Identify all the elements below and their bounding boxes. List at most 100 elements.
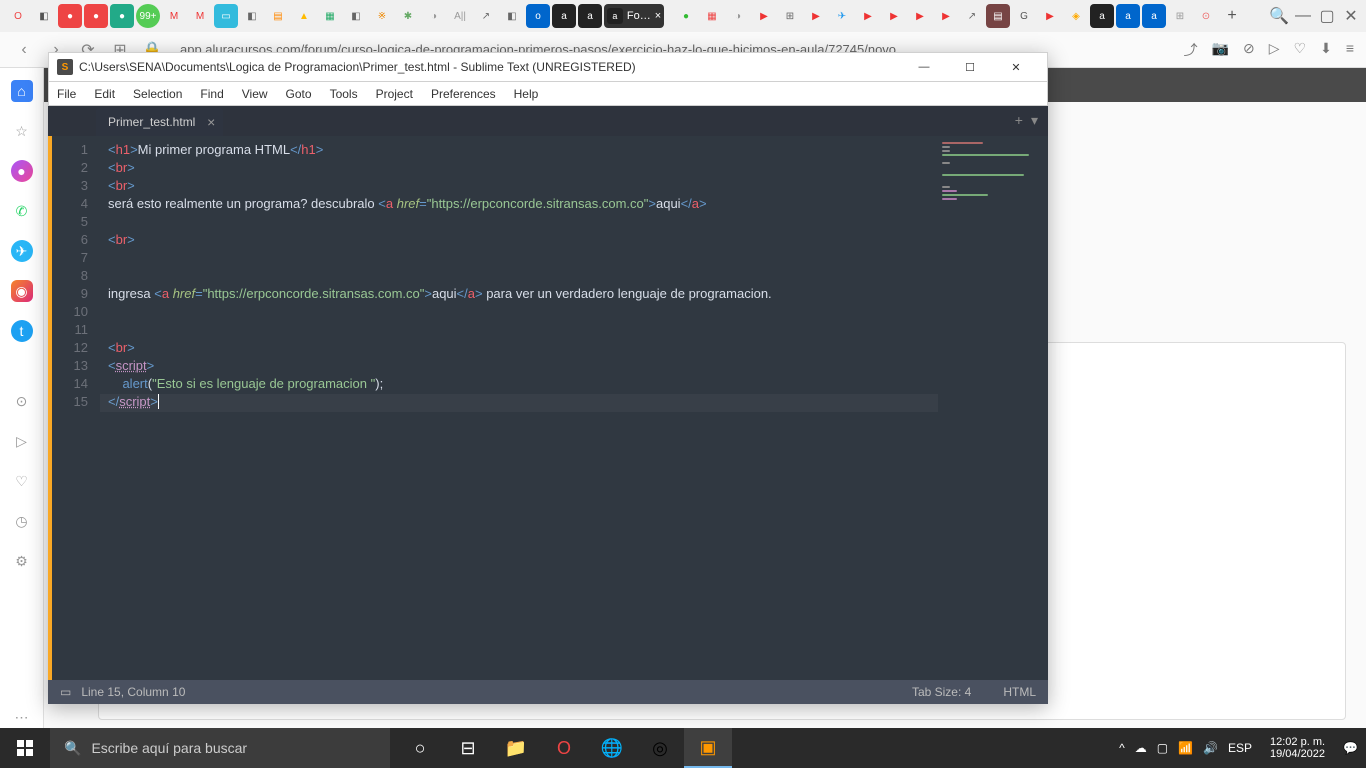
tab-close-icon[interactable]: × <box>207 114 215 130</box>
shield-icon[interactable]: ⊘ <box>1243 40 1255 60</box>
clock-icon[interactable]: ◷ <box>11 510 33 532</box>
tab-icon[interactable]: A|| <box>448 4 472 28</box>
tab-icon[interactable]: ◧ <box>344 4 368 28</box>
tab-icon[interactable]: ▶ <box>1038 4 1062 28</box>
send-icon[interactable]: ▷ <box>1269 40 1280 60</box>
menu-selection[interactable]: Selection <box>133 87 182 101</box>
tab-menu-icon[interactable]: ▾ <box>1031 112 1038 129</box>
tray-volume-icon[interactable]: 🔊 <box>1203 741 1218 755</box>
tab-icon[interactable]: ◧ <box>500 4 524 28</box>
tab-icon[interactable]: ✱ <box>396 4 420 28</box>
play-icon[interactable]: ▷ <box>11 430 33 452</box>
menu-file[interactable]: File <box>57 87 76 101</box>
home-icon[interactable]: ⌂ <box>11 80 33 102</box>
tab-icon[interactable]: ◑ <box>422 4 446 28</box>
task-copilot-icon[interactable]: ◎ <box>636 728 684 768</box>
tab-icon[interactable]: ● <box>674 4 698 28</box>
instagram-icon[interactable]: ◉ <box>11 280 33 302</box>
tab-icon[interactable]: M <box>188 4 212 28</box>
tab-icon[interactable]: ↗ <box>474 4 498 28</box>
tab-icon[interactable]: G <box>1012 4 1036 28</box>
tray-notifications-icon[interactable]: 💬 <box>1343 741 1358 755</box>
tab-icon[interactable]: ▶ <box>934 4 958 28</box>
opera-icon[interactable]: O <box>6 4 30 28</box>
close-icon[interactable]: ✕ <box>993 53 1039 81</box>
maximize-icon[interactable]: ▢ <box>1318 7 1336 25</box>
messenger-icon[interactable]: ● <box>11 160 33 182</box>
tab-icon[interactable]: ▤ <box>986 4 1010 28</box>
tray-battery-icon[interactable]: ▢ <box>1157 741 1168 755</box>
tab-icon[interactable]: ▶ <box>752 4 776 28</box>
tab-icon[interactable]: M <box>162 4 186 28</box>
tab-icon[interactable]: ▶ <box>856 4 880 28</box>
minimize-icon[interactable]: — <box>901 53 947 81</box>
minimap[interactable] <box>938 136 1048 680</box>
tab-icon[interactable]: ● <box>84 4 108 28</box>
tab-icon[interactable]: ▶ <box>908 4 932 28</box>
history-icon[interactable]: ⊙ <box>11 390 33 412</box>
tab-icon[interactable]: ▦ <box>700 4 724 28</box>
new-tab-icon[interactable]: + <box>1015 112 1023 129</box>
whatsapp-icon[interactable]: ✆ <box>11 200 33 222</box>
tab-icon[interactable]: ▭ <box>214 4 238 28</box>
tray-clock[interactable]: 12:02 p. m. 19/04/2022 <box>1262 736 1333 760</box>
start-button[interactable] <box>0 728 50 768</box>
tab-icon[interactable]: a <box>1090 4 1114 28</box>
editor-tab[interactable]: Primer_test.html × <box>96 108 223 136</box>
download-icon[interactable]: ⬇ <box>1320 40 1332 60</box>
menu-icon[interactable]: ≡ <box>1346 40 1354 60</box>
camera-icon[interactable]: 📷 <box>1212 40 1229 60</box>
tab-icon[interactable]: a <box>578 4 602 28</box>
tray-onedrive-icon[interactable]: ☁ <box>1135 741 1147 755</box>
tab-icon[interactable]: ● <box>58 4 82 28</box>
more-icon[interactable]: ⋯ <box>11 706 33 728</box>
tab-icon[interactable]: ▶ <box>804 4 828 28</box>
menu-goto[interactable]: Goto <box>286 87 312 101</box>
task-opera-icon[interactable]: O <box>540 728 588 768</box>
settings-icon[interactable]: ⚙ <box>11 550 33 572</box>
task-chrome-icon[interactable]: 🌐 <box>588 728 636 768</box>
task-cortana-icon[interactable]: ○ <box>396 728 444 768</box>
close-icon[interactable]: ✕ <box>1342 7 1360 25</box>
menu-edit[interactable]: Edit <box>94 87 115 101</box>
tab-icon[interactable]: o <box>526 4 550 28</box>
menu-help[interactable]: Help <box>514 87 539 101</box>
twitter-icon[interactable]: t <box>11 320 33 342</box>
status-syntax[interactable]: HTML <box>1003 685 1036 699</box>
menu-tools[interactable]: Tools <box>330 87 358 101</box>
tab-icon[interactable]: ↗ <box>960 4 984 28</box>
task-explorer-icon[interactable]: 📁 <box>492 728 540 768</box>
menu-preferences[interactable]: Preferences <box>431 87 496 101</box>
tab-icon[interactable]: ※ <box>370 4 394 28</box>
tab-icon[interactable]: ◧ <box>32 4 56 28</box>
tab-icon[interactable]: ✈ <box>830 4 854 28</box>
tab-icon[interactable]: a <box>1142 4 1166 28</box>
tab-icon[interactable]: ⊞ <box>1168 4 1192 28</box>
code-area[interactable]: <h1>Mi primer programa HTML</h1> <br> <b… <box>100 136 938 680</box>
tab-icon[interactable]: ◑ <box>726 4 750 28</box>
tray-wifi-icon[interactable]: 📶 <box>1178 741 1193 755</box>
search-icon[interactable]: 🔍 <box>1270 7 1288 25</box>
back-icon[interactable]: ‹ <box>12 38 36 62</box>
tab-icon[interactable]: ⊙ <box>1194 4 1218 28</box>
menu-find[interactable]: Find <box>200 87 223 101</box>
tab-icon[interactable]: ● <box>110 4 134 28</box>
tab-icon[interactable]: ◈ <box>1064 4 1088 28</box>
tab-icon[interactable]: ▦ <box>318 4 342 28</box>
tab-active[interactable]: a Fo… × <box>604 4 664 28</box>
status-tabsize[interactable]: Tab Size: 4 <box>912 685 971 699</box>
heart-icon[interactable]: ♡ <box>11 470 33 492</box>
maximize-icon[interactable]: ☐ <box>947 53 993 81</box>
tab-icon[interactable]: ▶ <box>882 4 906 28</box>
tray-lang[interactable]: ESP <box>1228 741 1252 755</box>
menu-project[interactable]: Project <box>376 87 413 101</box>
taskbar-search[interactable]: 🔍 Escribe aquí para buscar <box>50 728 390 768</box>
screenshot-icon[interactable]: ⤴ <box>1184 40 1198 60</box>
sublime-titlebar[interactable]: S C:\Users\SENA\Documents\Logica de Prog… <box>48 52 1048 82</box>
task-taskview-icon[interactable]: ⊟ <box>444 728 492 768</box>
status-panel-icon[interactable]: ▭ <box>60 685 71 699</box>
heart-icon[interactable]: ♡ <box>1294 40 1307 60</box>
tab-icon[interactable]: a <box>1116 4 1140 28</box>
tab-icon[interactable]: ⊞ <box>778 4 802 28</box>
tab-icon[interactable]: a <box>552 4 576 28</box>
